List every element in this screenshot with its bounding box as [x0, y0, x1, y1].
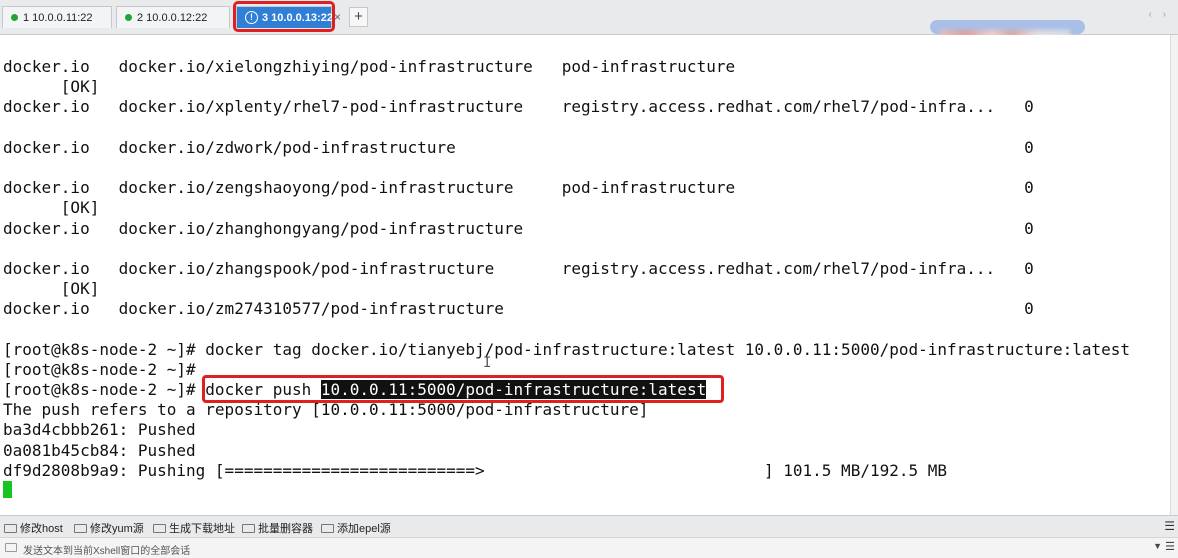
shell-prompt: [root@k8s-node-2 ~]# [3, 380, 206, 399]
terminal-line: docker.io docker.io/zhanghongyang/pod-in… [3, 218, 1034, 238]
ibeam-cursor-icon: I [483, 355, 492, 371]
terminal-line: docker.io docker.io/xplenty/rhel7-pod-in… [3, 97, 1034, 117]
terminal-cursor [3, 481, 12, 498]
quick-command-button[interactable]: 修改yum源 [74, 520, 144, 536]
quick-command-button[interactable]: 批量删容器 [242, 520, 313, 536]
connected-status-icon [11, 13, 18, 21]
terminal-line: docker.io docker.io/xielongzhiying/pod-i… [3, 57, 736, 76]
terminal-output: docker.io docker.io/xielongzhiying/pod-i… [3, 57, 1130, 481]
terminal-area[interactable]: docker.io docker.io/xielongzhiying/pod-i… [0, 35, 1170, 515]
keyboard-icon [321, 523, 334, 533]
tab-label: 1 10.0.0.11:22 [23, 12, 93, 24]
compose-bar[interactable]: 发送文本到当前Xshell窗口的全部会话 ▼ ☰ [0, 537, 1178, 558]
quick-command-button[interactable]: 生成下载地址 [153, 520, 235, 536]
menu-icon[interactable]: ☰ [1165, 540, 1175, 553]
compose-icon [5, 543, 17, 552]
close-tab-icon[interactable]: × [334, 10, 341, 24]
tab-scroll-arrows-icon[interactable]: ‹ › [1149, 9, 1170, 20]
terminal-line: docker.io docker.io/zhangspook/pod-infra… [3, 258, 1034, 278]
new-tab-button[interactable]: + [349, 7, 368, 27]
push-progress-line: df9d2808b9a9: Pushing [=================… [3, 460, 948, 480]
terminal-line: [OK] [3, 198, 100, 218]
keyboard-icon [4, 523, 17, 533]
session-tab-2[interactable]: 2 10.0.0.12:22 [116, 6, 230, 28]
quick-command-button[interactable]: 修改host [4, 520, 63, 536]
terminal-line: ba3d4cbbb261: Pushed [3, 420, 196, 440]
command-highlight-box [202, 375, 724, 403]
terminal-line: [OK] [3, 77, 100, 97]
terminal-line: [root@k8s-node-2 ~]# docker tag docker.i… [3, 339, 1131, 359]
terminal-line: The push refers to a repository [10.0.0.… [3, 400, 649, 420]
compose-input[interactable]: 发送文本到当前Xshell窗口的全部会话 [23, 542, 190, 557]
tab-label: 2 10.0.0.12:22 [137, 12, 208, 24]
connected-status-icon [125, 13, 132, 21]
quick-command-button[interactable]: 添加epel源 [321, 520, 391, 536]
terminal-line: 0a081b45cb84: Pushed [3, 440, 196, 460]
keyboard-icon [153, 523, 166, 533]
tab-highlight-box [233, 1, 335, 32]
chevron-down-icon[interactable]: ▼ [1153, 541, 1162, 551]
terminal-line: [OK] [3, 279, 100, 299]
terminal-line: docker.io docker.io/zm274310577/pod-infr… [3, 299, 1034, 319]
session-tab-1[interactable]: 1 10.0.0.11:22 [2, 6, 112, 28]
terminal-scrollbar[interactable] [1170, 35, 1178, 515]
terminal-line: docker.io docker.io/zengshaoyong/pod-inf… [3, 178, 1034, 198]
menu-icon[interactable]: ☰ [1164, 519, 1175, 533]
keyboard-icon [74, 523, 87, 533]
quick-command-bar: 修改host 修改yum源 生成下载地址 批量删容器 添加epel源 ☰ [0, 515, 1178, 537]
terminal-line: docker.io docker.io/zdwork/pod-infrastru… [3, 137, 1034, 157]
keyboard-icon [242, 523, 255, 533]
